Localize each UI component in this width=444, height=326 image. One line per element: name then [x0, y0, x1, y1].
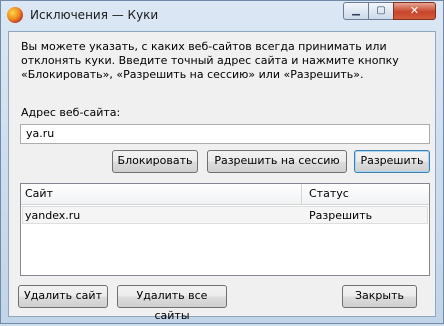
dialog-window: Исключения — Куки ▁ ▢ ✕ Вы можете указат… [0, 0, 444, 324]
allow-session-button[interactable]: Разрешить на сессию [207, 150, 347, 173]
column-divider[interactable] [301, 184, 302, 204]
allow-button[interactable]: Разрешить [354, 150, 430, 173]
minimize-button[interactable]: ▁ [343, 2, 369, 20]
close-button[interactable]: Закрыть [342, 285, 417, 308]
description-text: Вы можете указать, с каких веб-сайтов вс… [21, 40, 399, 81]
row-site: yandex.ru [25, 209, 81, 222]
dialog-body: Вы можете указать, с каких веб-сайтов вс… [8, 31, 436, 322]
close-window-button[interactable]: ✕ [393, 2, 436, 20]
site-address-input[interactable]: ya.ru [20, 124, 430, 144]
row-status: Разрешить [309, 209, 373, 222]
list-header: Сайт Статус [21, 184, 429, 205]
remove-all-sites-button[interactable]: Удалить все сайты [117, 285, 227, 322]
column-header-status[interactable]: Статус [309, 187, 349, 200]
window-title: Исключения — Куки [30, 8, 159, 22]
table-row[interactable]: yandex.ru Разрешить [22, 206, 428, 224]
column-header-site[interactable]: Сайт [25, 187, 53, 200]
site-address-label: Адрес веб-сайта: [21, 106, 121, 119]
maximize-button[interactable]: ▢ [368, 2, 394, 20]
title-bar[interactable]: Исключения — Куки ▁ ▢ ✕ [1, 1, 443, 31]
firefox-icon [7, 7, 23, 23]
block-button[interactable]: Блокировать [112, 150, 198, 173]
remove-site-button[interactable]: Удалить сайт [18, 285, 108, 308]
exceptions-list[interactable]: Сайт Статус yandex.ru Разрешить [20, 183, 430, 276]
